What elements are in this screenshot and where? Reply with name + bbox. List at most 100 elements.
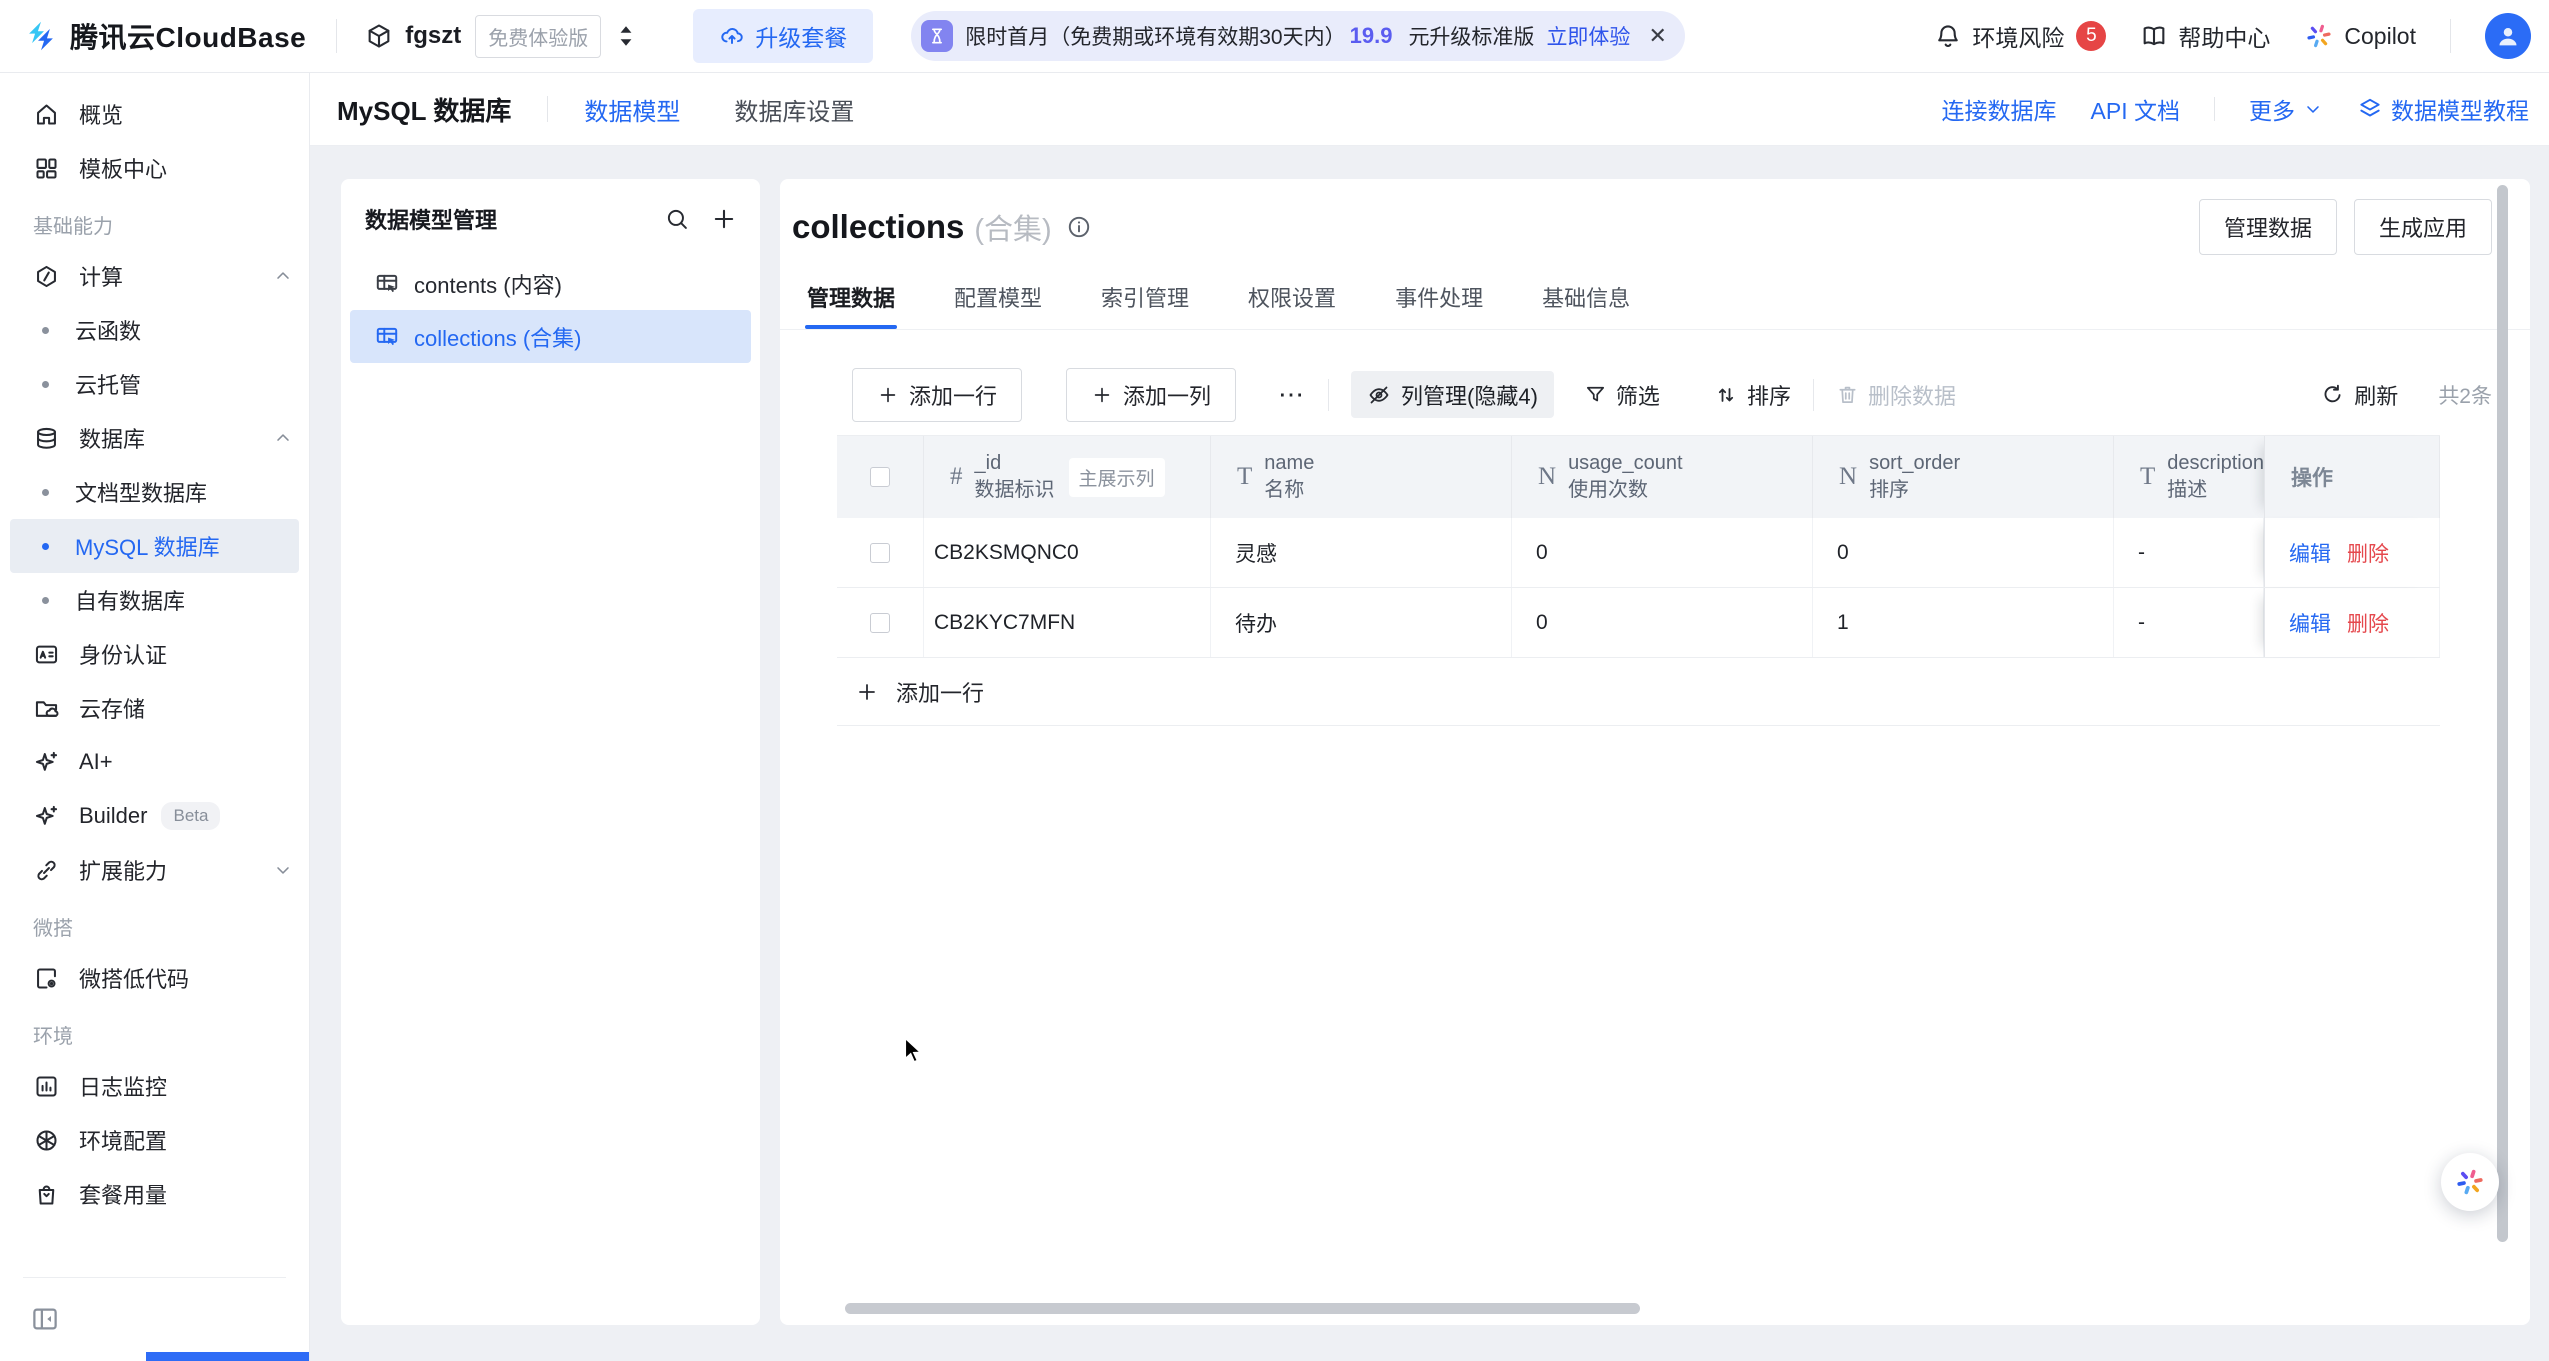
bullet-icon <box>42 327 49 334</box>
env-switch-icon[interactable] <box>615 23 637 49</box>
cell-sort-order: 0 <box>1813 518 2114 587</box>
delete-data-button[interactable]: 删除数据 <box>1836 379 1956 411</box>
banner-close-icon[interactable]: ✕ <box>1648 23 1666 49</box>
column-header-usage-count[interactable]: N usage_count使用次数 <box>1512 436 1813 518</box>
database-icon <box>33 425 60 452</box>
delete-link[interactable]: 删除 <box>2347 538 2389 568</box>
collection-title: collections <box>792 208 964 246</box>
sidebar-item-log-monitor[interactable]: 日志监控 <box>0 1059 309 1113</box>
bullet-icon <box>42 489 49 496</box>
bottom-blue-strip <box>146 1352 309 1361</box>
api-docs-link[interactable]: API 文档 <box>2091 92 2180 126</box>
data-models-panel: 数据模型管理 contents (内容) collections (合集) <box>341 179 760 1325</box>
sidebar-item-own-db[interactable]: 自有数据库 <box>0 573 309 627</box>
sidebar-group-extensions[interactable]: 扩展能力 <box>0 843 309 897</box>
tab-event-handling[interactable]: 事件处理 <box>1393 267 1485 329</box>
sidebar-item-auth[interactable]: 身份认证 <box>0 627 309 681</box>
home-icon <box>33 101 60 128</box>
row-checkbox[interactable] <box>870 543 890 563</box>
bag-icon <box>33 1181 60 1208</box>
column-header-name[interactable]: T name名称 <box>1211 436 1512 518</box>
table-add-row-button[interactable]: 添加一行 <box>837 658 2440 726</box>
sidebar-group-compute[interactable]: 计算 <box>0 249 309 303</box>
tab-data-model[interactable]: 数据模型 <box>584 92 680 127</box>
upgrade-plan-button[interactable]: 升级套餐 <box>693 9 873 63</box>
column-header-sort-order[interactable]: N sort_order排序 <box>1813 436 2114 518</box>
tab-db-settings[interactable]: 数据库设置 <box>734 92 854 127</box>
connect-database-link[interactable]: 连接数据库 <box>1942 92 2057 126</box>
vertical-scrollbar-thumb[interactable] <box>2497 185 2508 1242</box>
info-icon[interactable] <box>1066 214 1092 240</box>
env-cube-icon <box>365 22 393 50</box>
env-plan-badge: 免费体验版 <box>475 15 601 58</box>
tutorial-link[interactable]: 数据模型教程 <box>2357 92 2529 126</box>
model-item-collections[interactable]: collections (合集) <box>350 310 751 363</box>
tab-index-management[interactable]: 索引管理 <box>1099 267 1191 329</box>
add-row-button[interactable]: 添加一行 <box>852 368 1022 422</box>
sparkle-icon <box>33 749 60 776</box>
add-column-button[interactable]: 添加一列 <box>1066 368 1236 422</box>
header-links: 连接数据库 API 文档 更多 数据模型教程 <box>1942 92 2529 126</box>
env-risk-button[interactable]: 环境风险 5 <box>1934 19 2106 53</box>
select-all-checkbox[interactable] <box>870 467 890 487</box>
edit-link[interactable]: 编辑 <box>2289 608 2331 638</box>
sidebar-item-builder[interactable]: Builder Beta <box>0 789 309 843</box>
table-row: CB2KSMQNC0 灵感 0 0 - 编辑 删除 <box>837 518 2440 588</box>
row-checkbox[interactable] <box>870 613 890 633</box>
copilot-button[interactable]: Copilot <box>2304 21 2416 51</box>
banner-cta-link[interactable]: 立即体验 <box>1546 21 1630 51</box>
sidebar-item-cloud-functions[interactable]: 云函数 <box>0 303 309 357</box>
generate-app-button[interactable]: 生成应用 <box>2354 199 2492 255</box>
column-manage-button[interactable]: 列管理(隐藏4) <box>1351 371 1554 418</box>
sidebar-section-weda: 微搭 <box>0 897 309 951</box>
cloudbase-console: { "topbar": { "brand": "腾讯云CloudBase", "… <box>0 0 2549 1361</box>
sidebar-item-document-db[interactable]: 文档型数据库 <box>0 465 309 519</box>
filter-button[interactable]: 筛选 <box>1584 379 1660 411</box>
tab-basic-info[interactable]: 基础信息 <box>1540 267 1632 329</box>
delete-link[interactable]: 删除 <box>2347 608 2389 638</box>
copilot-floating-button[interactable] <box>2441 1153 2499 1211</box>
sidebar-group-database[interactable]: 数据库 <box>0 411 309 465</box>
sidebar-item-cloud-storage[interactable]: 云存储 <box>0 681 309 735</box>
toolbar-more-button[interactable]: ⋯ <box>1278 379 1306 410</box>
sidebar-item-weda-lowcode[interactable]: 微搭低代码 <box>0 951 309 1005</box>
add-model-icon[interactable] <box>710 205 738 233</box>
cell-description: - <box>2114 588 2264 657</box>
sidebar-item-overview[interactable]: 概览 <box>0 87 309 141</box>
collection-tabs: 管理数据 配置模型 索引管理 权限设置 事件处理 基础信息 <box>780 267 2530 330</box>
manage-data-button[interactable]: 管理数据 <box>2199 199 2337 255</box>
tab-configure-model[interactable]: 配置模型 <box>952 267 1044 329</box>
column-header-actions: 操作 <box>2264 436 2440 518</box>
search-icon[interactable] <box>664 206 690 232</box>
template-grid-icon <box>33 155 60 182</box>
beta-badge: Beta <box>161 802 220 830</box>
edit-link[interactable]: 编辑 <box>2289 538 2331 568</box>
page-header: MySQL 数据库 数据模型 数据库设置 连接数据库 API 文档 更多 数据模… <box>310 73 2549 146</box>
cell-usage-count: 0 <box>1512 518 1813 587</box>
env-risk-label: 环境风险 <box>1972 19 2064 53</box>
sidebar-item-template-center[interactable]: 模板中心 <box>0 141 309 195</box>
user-avatar[interactable] <box>2485 13 2531 59</box>
sidebar-item-mysql-db[interactable]: MySQL 数据库 <box>10 519 299 573</box>
topbar-right: 环境风险 5 帮助中心 Copilot <box>1934 13 2531 59</box>
sidebar-collapse-icon[interactable] <box>30 1304 60 1334</box>
horizontal-scrollbar-thumb[interactable] <box>845 1303 1640 1314</box>
sidebar-item-plan-usage[interactable]: 套餐用量 <box>0 1167 309 1221</box>
help-center-button[interactable]: 帮助中心 <box>2140 19 2270 53</box>
models-panel-header: 数据模型管理 <box>341 179 760 235</box>
sidebar-item-ai[interactable]: AI+ <box>0 735 309 789</box>
sidebar-item-cloud-run[interactable]: 云托管 <box>0 357 309 411</box>
refresh-button[interactable]: 刷新 <box>2320 379 2398 411</box>
sidebar-item-env-config[interactable]: 环境配置 <box>0 1113 309 1167</box>
column-header-description[interactable]: T description描述 <box>2114 436 2264 518</box>
brand-logo[interactable]: 腾讯云CloudBase <box>22 16 306 56</box>
tab-permissions[interactable]: 权限设置 <box>1246 267 1338 329</box>
sort-button[interactable]: 排序 <box>1714 379 1791 411</box>
model-item-contents[interactable]: contents (内容) <box>350 257 751 310</box>
select-all-cell <box>837 436 924 518</box>
column-header-id[interactable]: # _id数据标识 主展示列 <box>924 436 1211 518</box>
sort-arrows-icon <box>1714 383 1738 407</box>
env-name[interactable]: fgszt <box>405 22 461 50</box>
more-dropdown[interactable]: 更多 <box>2249 92 2323 126</box>
tab-manage-data[interactable]: 管理数据 <box>805 267 897 329</box>
